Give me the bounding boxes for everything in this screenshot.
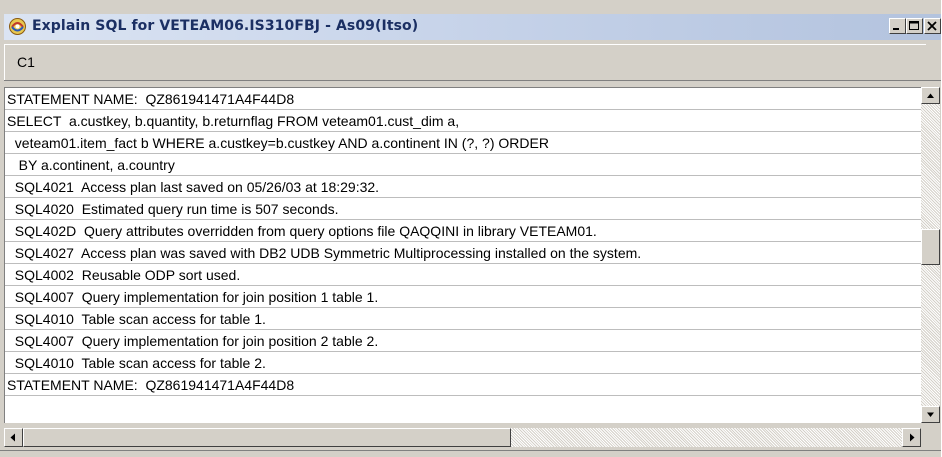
horizontal-scroll-thumb[interactable] bbox=[23, 428, 511, 447]
list-item-partial[interactable]: STATEMENT NAME: QZ861941471A4F44D8 bbox=[5, 374, 921, 396]
list-item-text: SQL4010 Table scan access for table 1. bbox=[7, 311, 266, 327]
list-item[interactable]: BY a.continent, a.country bbox=[5, 154, 921, 176]
list-item[interactable]: SQL4007 Query implementation for join po… bbox=[5, 330, 921, 352]
scroll-up-button[interactable] bbox=[921, 87, 940, 104]
header-divider bbox=[4, 80, 941, 81]
title-bar[interactable]: Explain SQL for VETEAM06.IS310FBJ - As09… bbox=[4, 14, 941, 40]
list-item-text: BY a.continent, a.country bbox=[7, 157, 175, 173]
scroll-right-button[interactable] bbox=[902, 428, 921, 447]
list-item-text: veteam01.item_fact b WHERE a.custkey=b.c… bbox=[7, 135, 549, 151]
list-item-text: SELECT a.custkey, b.quantity, b.returnfl… bbox=[7, 113, 460, 129]
column-header-label: C1 bbox=[17, 54, 35, 70]
close-button[interactable] bbox=[924, 18, 941, 34]
close-icon bbox=[927, 21, 937, 31]
list-item[interactable]: SELECT a.custkey, b.quantity, b.returnfl… bbox=[5, 110, 921, 132]
list-item-text: STATEMENT NAME: QZ861941471A4F44D8 bbox=[7, 377, 295, 393]
list-item[interactable]: SQL4010 Table scan access for table 2. bbox=[5, 352, 921, 374]
sql-explain-app-icon bbox=[8, 17, 27, 36]
list-item[interactable]: SQL4002 Reusable ODP sort used. bbox=[5, 264, 921, 286]
arrow-right-icon bbox=[910, 433, 915, 442]
list-item-text: SQL402D Query attributes overridden from… bbox=[7, 223, 597, 239]
list-item-text: SQL4007 Query implementation for join po… bbox=[7, 289, 379, 305]
list-item[interactable]: veteam01.item_fact b WHERE a.custkey=b.c… bbox=[5, 132, 921, 154]
maximize-icon bbox=[909, 21, 919, 30]
scroll-left-button[interactable] bbox=[4, 428, 23, 447]
arrow-up-icon bbox=[927, 93, 934, 98]
list-item[interactable]: SQL4010 Table scan access for table 1. bbox=[5, 308, 921, 330]
list-item[interactable]: SQL402D Query attributes overridden from… bbox=[5, 220, 921, 242]
window-bottom-edge bbox=[0, 450, 941, 451]
scrollbar-corner bbox=[921, 428, 940, 447]
column-header[interactable]: C1 bbox=[4, 44, 926, 80]
list-item-text: SQL4002 Reusable ODP sort used. bbox=[7, 267, 241, 283]
list-item[interactable]: SQL4021 Access plan last saved on 05/26/… bbox=[5, 176, 921, 198]
list-item-text: STATEMENT NAME: QZ861941471A4F44D8 bbox=[7, 91, 295, 107]
arrow-left-icon bbox=[10, 433, 15, 442]
list-item-text: SQL4020 Estimated query run time is 507 … bbox=[7, 201, 339, 217]
minimize-icon bbox=[893, 28, 899, 30]
vertical-scroll-thumb[interactable] bbox=[921, 229, 940, 265]
maximize-button[interactable] bbox=[906, 18, 923, 34]
horizontal-scroll-track[interactable] bbox=[23, 428, 902, 447]
list-item[interactable]: STATEMENT NAME: QZ861941471A4F44D8 bbox=[5, 88, 921, 110]
list-item[interactable]: SQL4027 Access plan was saved with DB2 U… bbox=[5, 242, 921, 264]
list-item[interactable]: SQL4007 Query implementation for join po… bbox=[5, 286, 921, 308]
minimize-button[interactable] bbox=[889, 18, 906, 34]
list-item-text: SQL4007 Query implementation for join po… bbox=[7, 333, 379, 349]
scroll-down-button[interactable] bbox=[921, 406, 940, 423]
window-title: Explain SQL for VETEAM06.IS310FBJ - As09… bbox=[32, 18, 419, 34]
list-item-text: SQL4010 Table scan access for table 2. bbox=[7, 355, 266, 371]
explain-sql-window: Explain SQL for VETEAM06.IS310FBJ - As09… bbox=[0, 0, 941, 457]
list-item[interactable]: SQL4020 Estimated query run time is 507 … bbox=[5, 198, 921, 220]
list-item-text: SQL4021 Access plan last saved on 05/26/… bbox=[7, 179, 380, 195]
explain-output-list[interactable]: STATEMENT NAME: QZ861941471A4F44D8 SELEC… bbox=[4, 87, 921, 423]
vertical-scrollbar[interactable] bbox=[921, 87, 940, 423]
arrow-down-icon bbox=[927, 412, 934, 417]
horizontal-scrollbar[interactable] bbox=[4, 428, 921, 447]
list-item-text: SQL4027 Access plan was saved with DB2 U… bbox=[7, 245, 642, 261]
